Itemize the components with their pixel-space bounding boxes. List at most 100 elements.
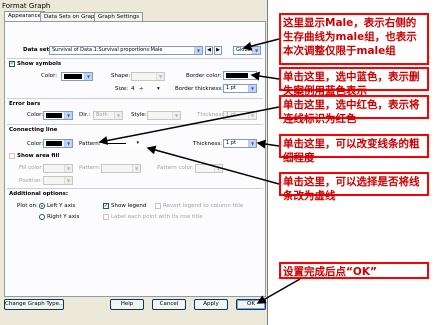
next-dataset-button[interactable]: ▶: [214, 46, 222, 55]
pattern-color-select[interactable]: ▼: [195, 164, 223, 173]
size-value: 4: [131, 86, 135, 92]
error-thickness-label: Thickness:: [197, 112, 227, 118]
chevron-down-icon: ▼: [64, 140, 72, 147]
callout-dataset: 这里显示Male，表示右侧的生存曲线为male组，也表示本次调整仅限于male组: [279, 13, 429, 65]
additional-options-title: Additional options:: [9, 191, 69, 197]
apply-button[interactable]: Apply: [194, 299, 228, 310]
color-swatch: [46, 141, 62, 146]
size-spinner[interactable]: ÷: [139, 85, 144, 93]
line-pattern-label: Pattern:: [79, 141, 101, 147]
fill-color-label: Fill color:: [19, 165, 44, 171]
chevron-down-icon: ▾: [136, 140, 139, 146]
chevron-down-icon: ▼: [132, 165, 140, 172]
connecting-line-title: Connecting line: [9, 127, 58, 133]
pattern-color-label: Pattern color:: [157, 165, 194, 171]
chevron-down-icon: ▼: [194, 47, 202, 54]
line-pattern-preview: [106, 143, 126, 144]
window-title: Format Graph: [2, 2, 51, 10]
show-area-fill-label: Show area fill: [17, 153, 60, 159]
revert-legend-label: Revert legend to column title: [163, 203, 244, 209]
line-thickness-select[interactable]: 1 pt ▼: [223, 139, 257, 148]
show-symbols-label: Show symbols: [17, 61, 62, 67]
position-select[interactable]: ▼: [43, 176, 73, 185]
right-axis-label: Right Y axis: [47, 214, 80, 220]
chevron-down-icon: ▼: [214, 165, 222, 172]
line-color-select[interactable]: ▼: [43, 139, 73, 148]
chevron-down-icon: ▼: [64, 112, 72, 119]
error-dir-value: Both: [96, 112, 108, 118]
ok-button[interactable]: OK: [236, 299, 266, 310]
chevron-down-icon: ▼: [248, 112, 256, 119]
line-pattern-select[interactable]: ▾: [101, 139, 141, 148]
dataset-value: Survival of Data 1:Survival proportions:…: [52, 47, 163, 53]
error-thickness-value: 1 pt: [226, 112, 236, 118]
left-axis-radio[interactable]: [39, 203, 45, 209]
divider: [7, 58, 263, 59]
cancel-button[interactable]: Cancel: [152, 299, 186, 310]
fill-pattern-select[interactable]: ▼: [101, 164, 141, 173]
plot-on-label: Plot on:: [17, 203, 38, 209]
error-thickness-select[interactable]: 1 pt ▼: [223, 111, 257, 120]
error-dir-label: Dir.:: [79, 112, 91, 118]
border-color-label: Border color:: [186, 73, 222, 79]
position-label: Position:: [19, 178, 43, 184]
fill-pattern-label: Pattern:: [79, 165, 101, 171]
color-swatch: [226, 73, 248, 78]
callout-ok: 设置完成后点“OK”: [279, 262, 429, 279]
color-swatch: [64, 74, 82, 79]
chevron-down-icon: ▼: [64, 177, 72, 184]
show-symbols-checkbox[interactable]: ✔: [9, 61, 15, 67]
shape-label: Shape:: [111, 73, 131, 79]
callout-symbol-color: 单击这里，选中蓝色，表示删失案例用蓝色表示: [279, 67, 429, 97]
dataset-label: Data set:: [23, 47, 52, 53]
chevron-down-icon: ▼: [64, 165, 72, 172]
change-graph-type-button[interactable]: Change Graph Type...: [4, 299, 64, 310]
border-color-select[interactable]: [223, 71, 257, 80]
callout-pattern: 单击这里，可以选择是否将线条改为虚线: [279, 172, 429, 202]
scope-select[interactable]: Global ▼: [233, 46, 261, 55]
label-points-checkbox[interactable]: [103, 214, 109, 220]
format-graph-dialog: Format Graph Appearance Data Sets on Gra…: [0, 0, 268, 325]
border-thickness-select[interactable]: 1 pt ▼: [223, 84, 257, 93]
chevron-down-icon: ▼: [156, 73, 164, 80]
color-swatch: [46, 113, 62, 118]
error-style-label: Style:: [131, 112, 147, 118]
chevron-down-icon: ▼: [84, 73, 92, 80]
divider: [7, 98, 263, 99]
divider: [7, 188, 263, 189]
help-button[interactable]: Help: [110, 299, 144, 310]
show-area-fill-checkbox[interactable]: [9, 153, 15, 159]
scope-value: Global: [236, 47, 252, 53]
divider: [7, 124, 263, 125]
appearance-panel: Data set: Survival of Data 1:Survival pr…: [4, 21, 266, 297]
dataset-select[interactable]: Survival of Data 1:Survival proportions:…: [49, 46, 203, 55]
chevron-down-icon: ▼: [248, 85, 256, 92]
label-points-label: Label each point with its row title: [111, 214, 203, 220]
chevron-down-icon: ▼: [248, 140, 256, 147]
line-thickness-value: 1 pt: [226, 140, 236, 146]
callout-line-color: 单击这里，选中红色，表示将连线标识为红色: [279, 95, 429, 125]
revert-legend-checkbox[interactable]: [155, 203, 161, 209]
left-axis-label: Left Y axis: [47, 203, 76, 209]
border-thickness-label: Border thickness:: [175, 86, 224, 92]
error-style-select[interactable]: ▼: [147, 111, 181, 120]
error-dir-select[interactable]: Both ▼: [93, 111, 123, 120]
symbol-color-select[interactable]: ▼: [61, 72, 93, 81]
error-color-select[interactable]: ▼: [43, 111, 73, 120]
border-thickness-value: 1 pt: [226, 85, 236, 91]
show-legend-label: Show legend: [111, 203, 147, 209]
right-axis-radio[interactable]: [39, 214, 45, 220]
chevron-down-icon: ▼: [252, 47, 260, 54]
fill-color-select[interactable]: ▼: [43, 164, 73, 173]
size-label: Size:: [115, 86, 129, 92]
chevron-down-icon: ▼: [114, 112, 122, 119]
shape-select[interactable]: ▼: [131, 72, 165, 81]
show-legend-checkbox[interactable]: ✔: [103, 203, 109, 209]
symbol-color-label: Color:: [41, 73, 58, 79]
callout-thickness: 单击这里，可以改变线条的粗细程度: [279, 134, 429, 164]
line-color-label: Color:: [27, 141, 44, 147]
line-thickness-label: Thickness:: [193, 141, 223, 147]
chevron-down-icon[interactable]: ▾: [157, 85, 160, 93]
error-bars-title: Error bars: [9, 101, 41, 107]
prev-dataset-button[interactable]: ◀: [205, 46, 213, 55]
